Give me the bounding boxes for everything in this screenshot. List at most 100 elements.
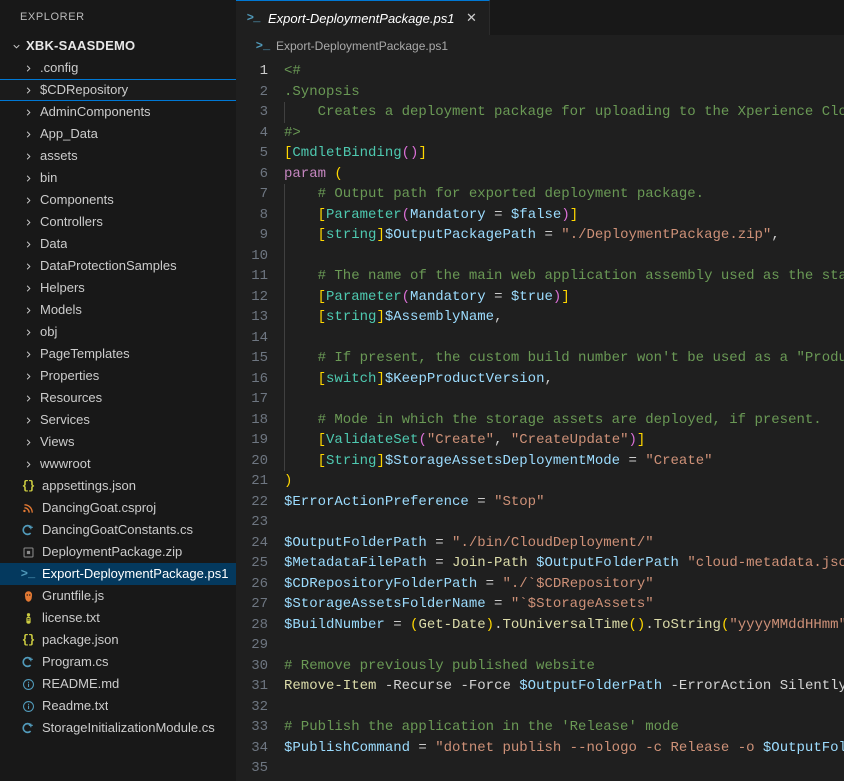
info-file-icon [20, 698, 36, 714]
tree-folder-obj[interactable]: obj [0, 321, 236, 343]
tree-file-storageinitializationmodule-cs[interactable]: StorageInitializationModule.cs [0, 717, 236, 739]
tree-folder-config[interactable]: .config [0, 57, 236, 79]
code-line: [String]$StorageAssetsDeploymentMode = "… [317, 452, 713, 469]
tree-root-folder[interactable]: XBK-SAASDEMO [0, 35, 236, 57]
code-line: Remove-Item -Recurse -Force $OutputFolde… [284, 678, 844, 694]
tree-file-export-deploymentpackage-ps1[interactable]: >_ Export-DeploymentPackage.ps1 [0, 563, 236, 585]
tree-folder-label: Services [40, 412, 90, 427]
tree-folder-label: Resources [40, 390, 103, 405]
tab-export-deploymentpackage-ps1[interactable]: >_ Export-DeploymentPackage.ps1 ✕ [236, 0, 491, 35]
line-number: 26 [251, 575, 268, 592]
code-line: $MetadataFilePath = Join-Path $OutputFol… [284, 555, 844, 571]
code-line: param ( [284, 165, 343, 182]
tree-folder-label: wwwroot [40, 456, 91, 471]
code-content[interactable]: <# .Synopsis Creates a deployment package… [284, 57, 844, 781]
workbench: EXPLORER XBK-SAASDEMO .config $CDReposito… [0, 0, 844, 781]
tree-file-program-cs[interactable]: Program.cs [0, 651, 236, 673]
tree-folder-components[interactable]: Components [0, 189, 236, 211]
code-line: # Mode in which the storage assets are d… [284, 411, 822, 428]
tree-folder-services[interactable]: Services [0, 409, 236, 431]
line-number: 5 [259, 145, 268, 161]
tree-file-label: package.json [42, 632, 119, 647]
tree-folder-admincomponents[interactable]: AdminComponents [0, 101, 236, 123]
tree-folder-app-data[interactable]: App_Data [0, 123, 236, 145]
code-line: # If present, the custom build number wo… [284, 350, 844, 366]
line-number: 8 [259, 206, 268, 223]
tree-folder-properties[interactable]: Properties [0, 365, 236, 387]
chevron-right-icon [20, 57, 36, 79]
tree-folder-label: PageTemplates [40, 346, 130, 361]
tree-file-appsettings-json[interactable]: {} appsettings.json [0, 475, 236, 497]
json-file-icon: {} [21, 479, 35, 493]
tree-folder-resources[interactable]: Resources [0, 387, 236, 409]
tree-folder-label: DataProtectionSamples [40, 258, 177, 273]
tree-file-license-txt[interactable]: license.txt [0, 607, 236, 629]
tree-folder-cdrepository[interactable]: $CDRepository [0, 79, 236, 101]
tree-folder-helpers[interactable]: Helpers [0, 277, 236, 299]
tree-folder-label: Data [40, 236, 68, 251]
line-number: 32 [251, 698, 268, 715]
code-line: $CDRepositoryFolderPath = "./`$CDReposit… [284, 575, 654, 592]
line-number: 28 [251, 616, 268, 633]
tree-file-label: Readme.txt [42, 698, 109, 713]
tree-folder-label: Views [40, 434, 75, 449]
tree-file-readme-md[interactable]: README.md [0, 673, 236, 695]
file-tree[interactable]: XBK-SAASDEMO .config $CDRepository AdminCo… [0, 35, 236, 781]
tree-folder-label: obj [40, 324, 58, 339]
tree-folder-data[interactable]: Data [0, 233, 236, 255]
code-line: $BuildNumber = (Get-Date).ToUniversalTim… [284, 616, 844, 633]
line-number: 12 [251, 288, 268, 305]
zip-file-icon [20, 544, 36, 560]
tree-folder-wwwroot[interactable]: wwwroot [0, 453, 236, 475]
line-number: 11 [251, 268, 268, 284]
line-number: 25 [251, 555, 268, 571]
line-number: 20 [251, 452, 268, 469]
tree-folder-views[interactable]: Views [0, 431, 236, 453]
line-number: 29 [251, 637, 268, 653]
chevron-right-icon [20, 321, 36, 343]
tree-folder-assets[interactable]: assets [0, 145, 236, 167]
tree-file-label: Gruntfile.js [42, 588, 105, 603]
chevron-right-icon [20, 387, 36, 409]
tree-file-dancinggoat-csproj[interactable]: DancingGoat.csproj [0, 497, 236, 519]
line-number: 30 [251, 657, 268, 674]
tree-folder-dataprotectionsamples[interactable]: DataProtectionSamples [0, 255, 236, 277]
tree-file-gruntfile-js[interactable]: Gruntfile.js [0, 585, 236, 607]
close-icon[interactable]: ✕ [463, 10, 479, 26]
chevron-down-icon [8, 35, 24, 57]
tree-folder-bin[interactable]: bin [0, 167, 236, 189]
code-line: [Parameter(Mandatory = $true)] [317, 288, 570, 305]
code-line: # Publish the application in the 'Releas… [284, 719, 679, 735]
json-file-icon: {} [21, 633, 35, 647]
tree-file-label: README.md [42, 676, 120, 691]
tree-folder-controllers[interactable]: Controllers [0, 211, 236, 233]
line-number: 1 [259, 63, 268, 79]
tree-file-dancinggoatconstants-cs[interactable]: DancingGoatConstants.cs [0, 519, 236, 541]
chevron-right-icon [20, 431, 36, 453]
folder-list: .config $CDRepository AdminComponents App_D… [0, 57, 236, 475]
line-number: 15 [251, 350, 268, 366]
chevron-right-icon [20, 255, 36, 277]
explorer-title: EXPLORER [20, 11, 85, 23]
line-number: 4 [259, 124, 268, 141]
tree-file-deploymentpackage-zip[interactable]: DeploymentPackage.zip [0, 541, 236, 563]
code-line: $StorageAssetsFolderName = "`$StorageAss… [284, 596, 654, 612]
tree-folder-models[interactable]: Models [0, 299, 236, 321]
code-editor[interactable]: 1 2 3 4 5 6 7 8 9 10 11 12 13 14 15 16 17 18 19 20 21 22 23 24 2… [236, 57, 844, 781]
chevron-right-icon [20, 167, 36, 189]
tree-folder-label: assets [40, 148, 78, 163]
code-line: Creates a deployment package for uploadi… [284, 104, 844, 120]
tree-file-readme-txt[interactable]: Readme.txt [0, 695, 236, 717]
tree-file-package-json[interactable]: {} package.json [0, 629, 236, 651]
breadcrumb[interactable]: >_ Export-DeploymentPackage.ps1 [236, 35, 844, 57]
line-number: 3 [259, 104, 268, 120]
tab-label: Export-DeploymentPackage.ps1 [268, 10, 455, 26]
chevron-right-icon [20, 365, 36, 387]
tree-folder-pagetemplates[interactable]: PageTemplates [0, 343, 236, 365]
chevron-right-icon [20, 101, 36, 123]
code-line: ) [284, 473, 293, 489]
